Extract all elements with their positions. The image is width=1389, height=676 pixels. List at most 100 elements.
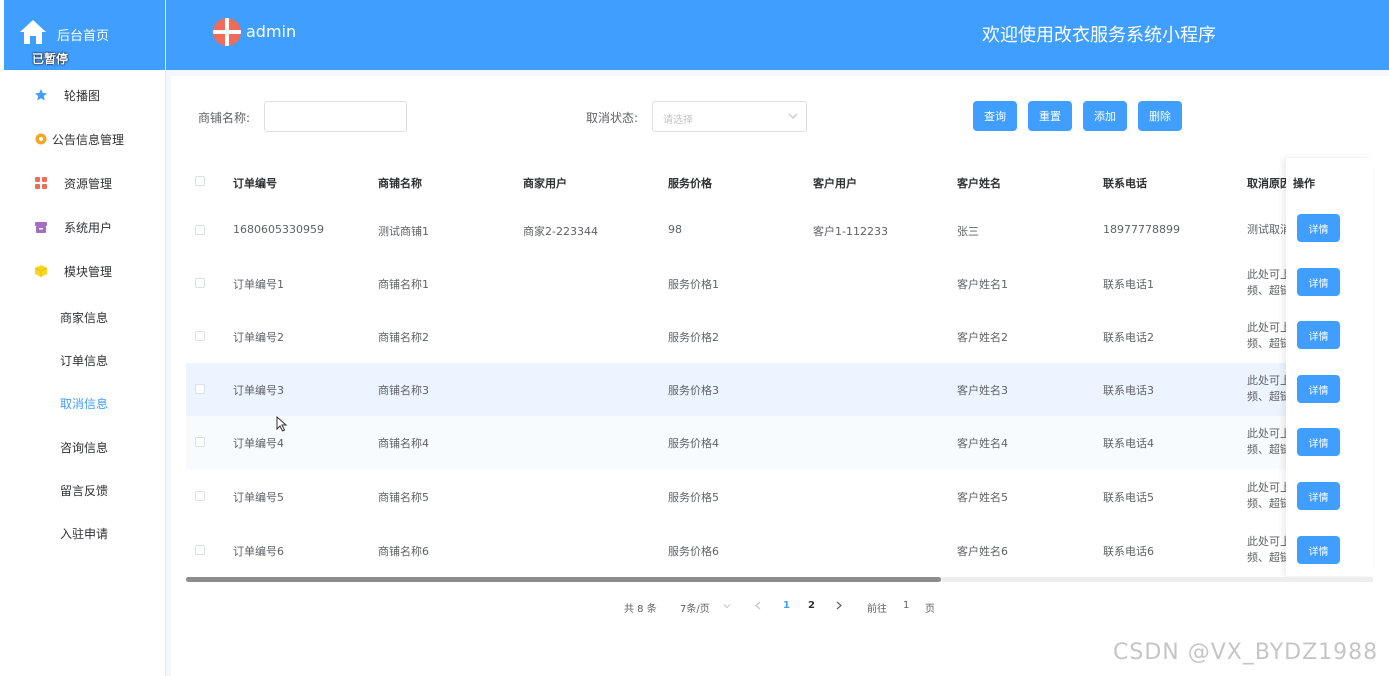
row-checkbox[interactable]	[195, 545, 205, 555]
cell-order: 订单编号1	[233, 278, 284, 291]
row-checkbox[interactable]	[195, 278, 205, 288]
cell-order: 订单编号2	[233, 331, 284, 344]
cell-shop: 商铺名称1	[378, 278, 429, 291]
sidebar-item-modules[interactable]: 模块管理	[4, 256, 164, 286]
sidebar-item-carousel[interactable]: 轮播图	[4, 80, 164, 110]
row-checkbox[interactable]	[195, 437, 205, 447]
horizontal-scrollbar-thumb[interactable]	[186, 577, 941, 582]
cell-name: 客户姓名3	[957, 384, 1008, 397]
shop-name-input[interactable]	[264, 101, 407, 132]
cell-price: 服务价格4	[668, 437, 719, 450]
top-header: admin 欢迎使用改衣服务系统小程序	[166, 0, 1389, 70]
site-title: 欢迎使用改衣服务系统小程序	[982, 25, 1216, 46]
cell-customer: 客户1-112233	[813, 225, 888, 238]
col-header-actions: 操作	[1293, 177, 1315, 190]
table-row[interactable]: 订单编号4 商铺名称4 服务价格4 客户姓名4 联系电话4 此处可上 频、超链	[186, 416, 1373, 469]
reason-line: 此处可上	[1247, 427, 1291, 440]
sidebar-item-resources[interactable]: 资源管理	[4, 168, 164, 198]
sidebar-item-notice[interactable]: 公告信息管理	[4, 124, 164, 154]
reason-line: 此处可上	[1247, 321, 1291, 334]
row-checkbox[interactable]	[195, 331, 205, 341]
sidebar-sub-feedback[interactable]: 留言反馈	[4, 475, 164, 505]
reason-line: 频、超链	[1247, 284, 1291, 297]
page-size-select[interactable]: 7条/页	[680, 600, 710, 615]
reason-line: 频、超链	[1247, 497, 1291, 510]
col-header: 联系电话	[1103, 177, 1147, 190]
reason-line: 频、超链	[1247, 390, 1291, 403]
reason-line: 测试取消	[1247, 223, 1291, 236]
sidebar-sub-cancel-info[interactable]: 取消信息	[4, 388, 164, 418]
add-button[interactable]: 添加	[1083, 101, 1127, 131]
cell-price: 服务价格5	[668, 491, 719, 504]
table-row[interactable]: 订单编号1 商铺名称1 服务价格1 客户姓名1 联系电话1 此处可上 频、超链	[186, 257, 1373, 310]
cell-name: 客户姓名4	[957, 437, 1008, 450]
cell-phone: 18977778899	[1103, 223, 1180, 236]
cube-icon	[34, 265, 48, 277]
sidebar-item-label: 模块管理	[64, 264, 113, 279]
grid-icon	[35, 177, 47, 189]
table-row[interactable]: 订单编号3 商铺名称3 服务价格3 客户姓名3 联系电话3 此处可上 频、超链	[186, 363, 1373, 416]
sidebar-sub-entry-apply[interactable]: 入驻申请	[4, 518, 164, 548]
reason-line: 频、超链	[1247, 443, 1291, 456]
sidebar-home[interactable]: 后台首页 已暂停	[4, 0, 165, 70]
detail-button[interactable]: 详情	[1297, 428, 1340, 456]
star-icon	[35, 89, 47, 101]
row-checkbox[interactable]	[195, 225, 205, 235]
cell-shop: 商铺名称3	[378, 384, 429, 397]
home-label: 后台首页	[57, 29, 110, 44]
reason-line: 频、超链	[1247, 551, 1291, 564]
sidebar: 后台首页 已暂停 轮播图 公告信息管理 资源管理 系统用户 模块管理 商家信息 …	[4, 0, 166, 676]
reset-button[interactable]: 重置	[1028, 101, 1072, 131]
table-header-row: 订单编号 商铺名称 商家用户 服务价格 客户用户 客户姓名 联系电话 取消原因	[186, 158, 1373, 204]
avatar[interactable]	[213, 18, 241, 46]
cell-phone: 联系电话6	[1103, 545, 1154, 558]
cancel-status-select[interactable]: 请选择	[652, 101, 807, 132]
sidebar-item-label: 公告信息管理	[52, 132, 125, 147]
detail-button[interactable]: 详情	[1297, 321, 1340, 349]
reason-line: 此处可上	[1247, 374, 1291, 387]
cell-order: 1680605330959	[233, 223, 324, 236]
cell-price: 服务价格3	[668, 384, 719, 397]
page-1[interactable]: 1	[783, 600, 790, 611]
next-page-icon[interactable]	[835, 601, 843, 610]
table-row[interactable]: 订单编号5 商铺名称5 服务价格5 客户姓名5 联系电话5 此处可上 频、超链	[186, 470, 1373, 523]
query-button[interactable]: 查询	[973, 101, 1017, 131]
detail-button[interactable]: 详情	[1297, 536, 1340, 564]
detail-button[interactable]: 详情	[1297, 482, 1340, 510]
sidebar-sub-order-info[interactable]: 订单信息	[4, 345, 164, 375]
col-header: 服务价格	[668, 177, 712, 190]
cell-shop: 测试商铺1	[378, 225, 429, 238]
page-2[interactable]: 2	[808, 600, 815, 611]
reason-line: 此处可上	[1247, 268, 1291, 281]
goto-suffix: 页	[925, 604, 935, 615]
cell-price: 98	[668, 223, 682, 236]
cancel-status-label: 取消状态:	[586, 111, 639, 125]
table-row[interactable]: 订单编号6 商铺名称6 服务价格6 客户姓名6 联系电话6 此处可上 频、超链	[186, 524, 1373, 577]
select-all-checkbox[interactable]	[195, 176, 205, 186]
goto-page-input[interactable]: 1	[903, 600, 909, 611]
user-name[interactable]: admin	[246, 22, 296, 41]
chevron-down-icon	[788, 113, 798, 119]
sidebar-item-system-users[interactable]: 系统用户	[4, 212, 164, 242]
reason-line: 频、超链	[1247, 337, 1291, 350]
sidebar-sub-merchant-info[interactable]: 商家信息	[4, 302, 164, 332]
select-placeholder: 请选择	[663, 115, 693, 126]
col-header: 订单编号	[233, 177, 277, 190]
cell-phone: 联系电话1	[1103, 278, 1154, 291]
detail-button[interactable]: 详情	[1297, 268, 1340, 296]
prev-page-icon[interactable]	[754, 601, 762, 610]
row-checkbox[interactable]	[195, 384, 205, 394]
cell-order: 订单编号5	[233, 491, 284, 504]
archive-icon	[35, 222, 47, 233]
detail-button[interactable]: 详情	[1297, 214, 1340, 242]
detail-button[interactable]: 详情	[1297, 375, 1340, 403]
sidebar-sub-consult-info[interactable]: 咨询信息	[4, 432, 164, 462]
pagination-total: 共 8 条	[624, 604, 657, 615]
cell-order: 订单编号3	[233, 384, 284, 397]
cell-name: 客户姓名2	[957, 331, 1008, 344]
row-checkbox[interactable]	[195, 491, 205, 501]
table-row[interactable]: 订单编号2 商铺名称2 服务价格2 客户姓名2 联系电话2 此处可上 频、超链	[186, 310, 1373, 363]
chevron-down-icon	[723, 604, 731, 609]
table-row[interactable]: 1680605330959 测试商铺1 商家2-223344 98 客户1-11…	[186, 204, 1373, 257]
delete-button[interactable]: 删除	[1138, 101, 1182, 131]
